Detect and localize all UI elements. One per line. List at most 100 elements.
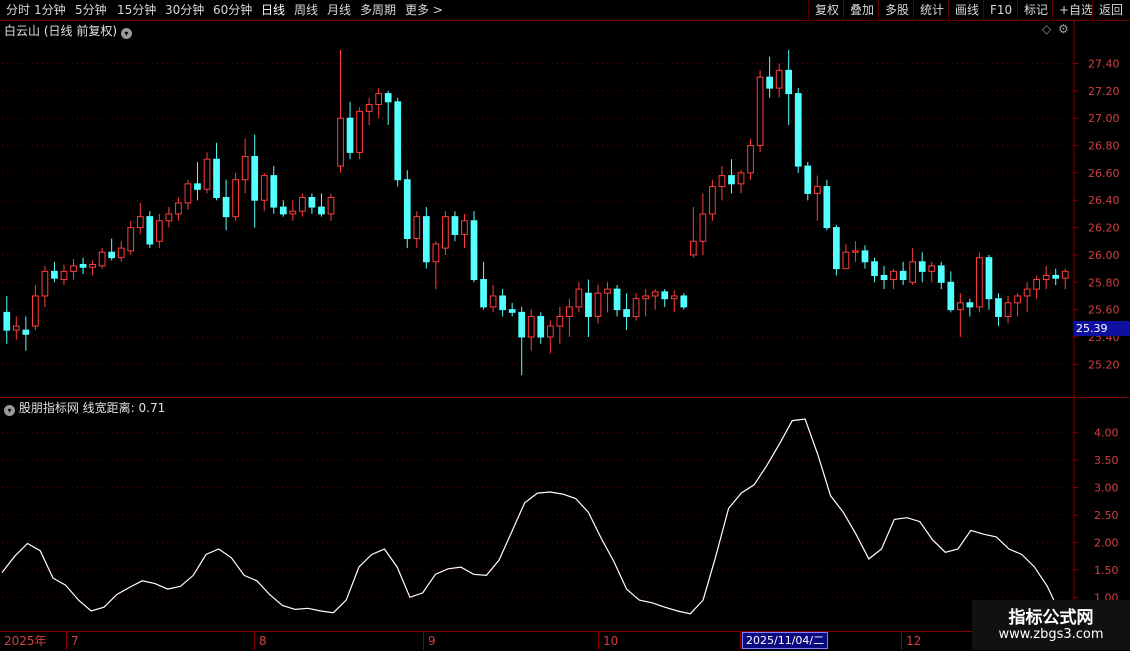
candle-body xyxy=(394,101,402,181)
candle-body xyxy=(260,175,268,201)
candle-body xyxy=(880,274,888,281)
indicator-value: 0.71 xyxy=(138,401,166,415)
f10-button[interactable]: F10 xyxy=(983,0,1018,20)
candle-body xyxy=(146,216,154,245)
candle-body xyxy=(737,172,745,185)
candle-body xyxy=(956,302,964,311)
candle-body xyxy=(508,309,516,313)
diamond-icon[interactable]: ◇ xyxy=(1042,22,1051,36)
candle-body xyxy=(718,175,726,188)
candle-body xyxy=(155,220,163,242)
candle-body xyxy=(365,104,373,112)
period-tab-1min[interactable]: 1分钟 xyxy=(34,0,66,20)
main-chart-title: 白云山 (日线 前复权) ▾ xyxy=(4,22,132,39)
period-tab-60min[interactable]: 60分钟 xyxy=(213,0,252,20)
chart-mode: (日线 前复权) xyxy=(43,24,118,38)
date-label-year: 2025年 xyxy=(4,634,47,648)
candle-body xyxy=(451,216,459,235)
chevron-down-icon[interactable]: ▾ xyxy=(4,405,15,416)
period-tab-weekly[interactable]: 周线 xyxy=(294,0,318,20)
main-chart-pane[interactable]: 27.40 27.20 27.00 26.80 26.60 26.40 26.20 26.00… xyxy=(0,21,1130,397)
period-tab-15min[interactable]: 15分钟 xyxy=(117,0,156,20)
watermark-url: www.zbgs3.com xyxy=(998,627,1104,642)
chevron-right-icon: > xyxy=(429,3,443,17)
candle-body xyxy=(98,251,106,267)
more-label: 更多 xyxy=(405,3,430,17)
candle-body xyxy=(1052,274,1060,279)
period-tab-monthly[interactable]: 月线 xyxy=(327,0,351,20)
candle-body xyxy=(642,295,650,300)
candle-body xyxy=(232,179,239,218)
candlestick-chart[interactable]: 27.40 27.20 27.00 26.80 26.60 26.40 26.20 26.00… xyxy=(0,21,1130,397)
candle-body xyxy=(699,213,707,242)
period-tab-timeshare[interactable]: 分时 xyxy=(6,0,30,20)
candle-body xyxy=(299,197,306,212)
candle-body xyxy=(32,295,39,327)
date-label-dec: 12 xyxy=(901,632,921,650)
candle-body xyxy=(747,145,754,174)
candle-body xyxy=(575,288,583,308)
candle-body xyxy=(413,216,421,240)
candle-body xyxy=(489,295,497,308)
candle-body xyxy=(70,265,77,272)
candle-body xyxy=(1004,302,1012,317)
candle-body xyxy=(661,291,669,300)
candle-body xyxy=(194,183,201,190)
candle-body xyxy=(728,175,735,185)
period-tab-daily[interactable]: 日线 xyxy=(261,0,285,20)
overlay-button[interactable]: 叠加 xyxy=(843,0,880,20)
candle-body xyxy=(804,165,812,194)
candle-body xyxy=(537,315,545,338)
candle-body xyxy=(556,315,564,327)
date-label-sep: 9 xyxy=(423,632,436,650)
chevron-down-icon[interactable]: ▾ xyxy=(120,28,132,39)
price-tick-label: 26.20 xyxy=(1088,222,1120,235)
candle-body xyxy=(546,325,554,338)
candle-body xyxy=(384,93,392,103)
candle-body xyxy=(270,175,278,208)
more-menu[interactable]: 更多 > xyxy=(405,0,443,20)
candle-body xyxy=(689,240,697,256)
candle-body xyxy=(1033,279,1040,290)
candle-body xyxy=(79,264,87,268)
candle-body xyxy=(461,220,468,235)
indicator-tick-label: 4.00 xyxy=(1094,427,1119,440)
multi-stock-button[interactable]: 多股 xyxy=(878,0,915,20)
settings-icon[interactable]: ⚙ xyxy=(1058,22,1069,36)
price-tick-label: 27.00 xyxy=(1088,112,1120,125)
period-tab-30min[interactable]: 30分钟 xyxy=(165,0,204,20)
price-tick-label: 27.20 xyxy=(1088,85,1120,98)
cursor-date-label: 2025/11/04/二 xyxy=(742,632,829,649)
candle-body xyxy=(613,288,621,311)
candle-body xyxy=(966,302,974,308)
back-button[interactable]: 返回 xyxy=(1092,0,1129,20)
adjust-button[interactable]: 复权 xyxy=(808,0,845,20)
price-tick-label: 25.80 xyxy=(1088,276,1120,289)
candle-body xyxy=(823,186,831,229)
indicator-name: 股朋指标网 xyxy=(18,401,79,415)
indicator-pane[interactable]: 4.00 3.50 3.00 2.50 2.00 1.50 1.00 ▾ 股朋指标网 线宽距… xyxy=(0,397,1130,632)
candle-body xyxy=(241,155,249,181)
candle-body xyxy=(871,261,878,276)
toolbar: 分时 1分钟 5分钟 15分钟 30分钟 60分钟 日线 周线 月线 多周期 更… xyxy=(0,0,1130,21)
candle-body xyxy=(794,93,802,167)
candle-body xyxy=(308,197,316,208)
period-tab-multi[interactable]: 多周期 xyxy=(360,0,396,20)
draw-line-button[interactable]: 画线 xyxy=(948,0,985,20)
candle-body xyxy=(909,261,917,283)
candle-body xyxy=(127,227,135,252)
candle-body xyxy=(12,325,20,331)
indicator-line xyxy=(1,418,1061,615)
date-axis: 2025年 7 8 9 10 11 12 xyxy=(0,631,1130,651)
period-tab-5min[interactable]: 5分钟 xyxy=(75,0,107,20)
candle-body xyxy=(1014,295,1021,304)
candle-body xyxy=(1042,274,1050,281)
statistics-button[interactable]: 统计 xyxy=(913,0,950,20)
candle-body xyxy=(480,279,487,308)
indicator-tick-label: 2.50 xyxy=(1094,509,1119,522)
indicator-chart[interactable]: 4.003.503.002.502.001.501.00 xyxy=(0,398,1130,632)
candle-body xyxy=(651,291,659,297)
candle-body xyxy=(852,250,859,253)
candle-body xyxy=(41,270,49,297)
mark-button[interactable]: 标记 xyxy=(1017,0,1054,20)
